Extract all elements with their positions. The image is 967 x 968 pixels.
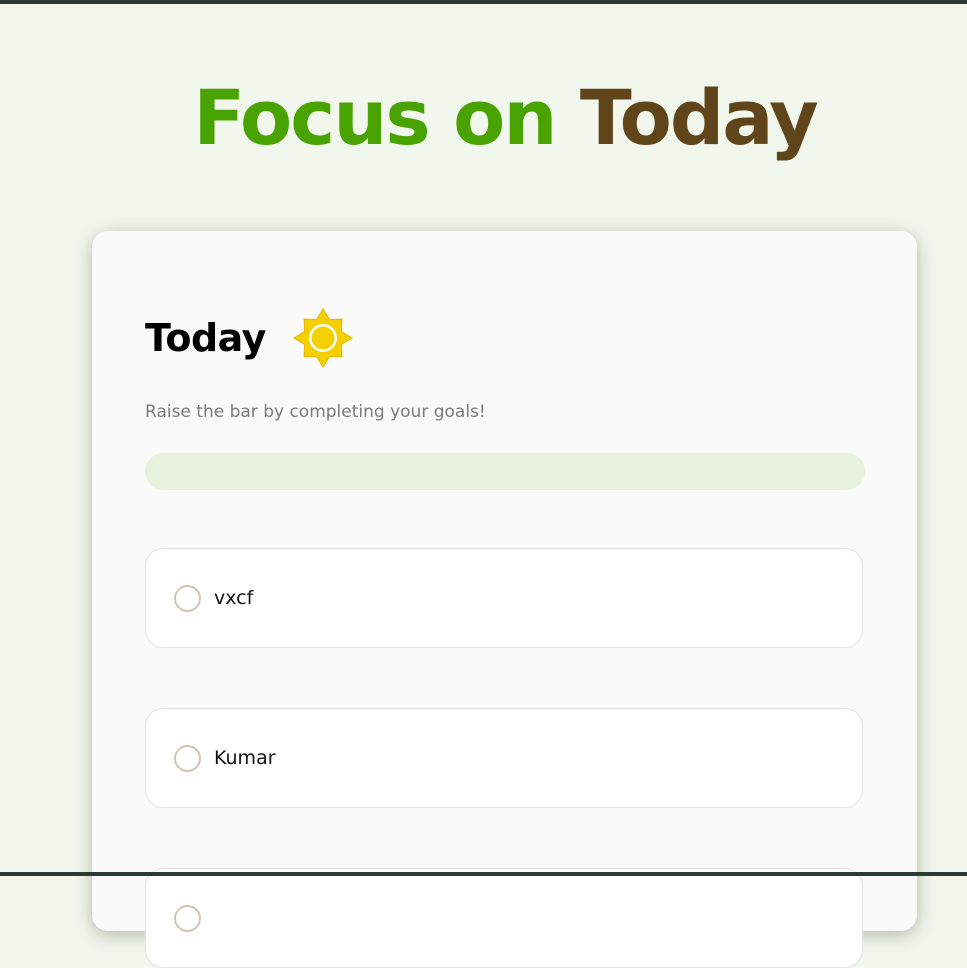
goal-checkbox[interactable] [174, 744, 201, 772]
goal-item[interactable]: vxcf [145, 548, 863, 648]
heading-today: Today [579, 73, 819, 162]
goals-card: Today Raise the bar by completing your g… [92, 231, 917, 968]
window-top-border [0, 0, 967, 4]
card-title-row: Today [145, 303, 354, 373]
window-bottom-border [0, 872, 967, 876]
goal-item[interactable]: Kumar [145, 708, 863, 808]
goal-text: Kumar [214, 747, 276, 769]
goal-checkbox[interactable] [174, 904, 201, 932]
sun-icon [292, 307, 354, 369]
page-heading: Focus on Today [0, 72, 967, 164]
progress-bar [145, 453, 865, 490]
goal-checkbox[interactable] [174, 584, 201, 612]
goal-item[interactable] [145, 868, 863, 968]
card-title: Today [145, 316, 266, 360]
card-subtitle: Raise the bar by completing your goals! [145, 402, 486, 422]
heading-focus-on: Focus on [193, 73, 557, 162]
goal-text: vxcf [214, 587, 254, 609]
